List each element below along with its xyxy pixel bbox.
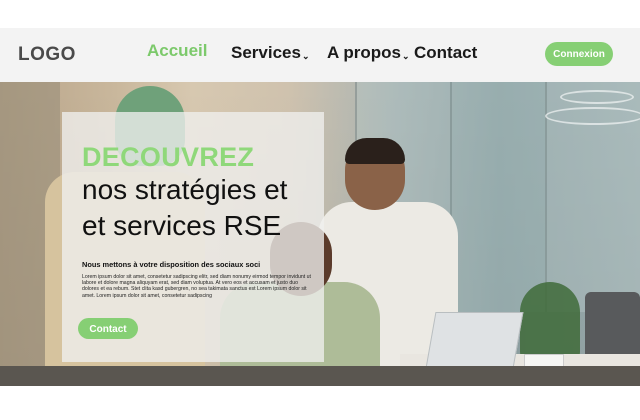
nav-item-label: A propos — [327, 43, 401, 62]
photo-plant — [520, 282, 580, 362]
nav-item-accueil[interactable]: Accueil — [147, 41, 207, 61]
photo-lamp — [545, 107, 640, 125]
hero-section: DECOUVREZ nos stratégies et et services … — [0, 82, 640, 386]
nav-item-label: Accueil — [147, 41, 208, 60]
bottom-whitespace — [0, 386, 640, 420]
nav-item-contact[interactable]: Contact — [414, 43, 477, 63]
nav-item-services[interactable]: Services⌄ — [231, 43, 310, 63]
site-header: LOGO Accueil Services⌄ A propos⌄ Contact… — [0, 28, 640, 82]
contact-button[interactable]: Contact — [78, 318, 138, 339]
hero-headline-line1: nos stratégies et — [82, 174, 288, 205]
photo-laptop — [424, 312, 524, 374]
hero-subtitle: Nous mettons à votre disposition des soc… — [82, 260, 261, 269]
nav-item-label: Services — [231, 43, 301, 62]
photo-lamp — [560, 90, 634, 104]
main-nav: Accueil Services⌄ A propos⌄ Contact — [0, 41, 640, 69]
hero-body-text: Lorem ipsum dolor sit amet, consetetur s… — [82, 274, 311, 299]
photo-glass-panel — [450, 82, 547, 312]
hero-text-card: DECOUVREZ nos stratégies et et services … — [62, 112, 324, 362]
nav-item-a-propos[interactable]: A propos⌄ — [327, 43, 410, 63]
chevron-down-icon: ⌄ — [401, 51, 410, 61]
top-whitespace — [0, 0, 640, 28]
nav-item-label: Contact — [414, 43, 478, 62]
hero-headline-line2: et services RSE — [82, 210, 282, 241]
hero-headline-accent: DECOUVREZ — [82, 142, 255, 172]
login-button[interactable]: Connexion — [545, 42, 613, 66]
chevron-down-icon: ⌄ — [301, 51, 310, 61]
photo-desk — [0, 366, 640, 386]
photo-person — [345, 138, 405, 164]
